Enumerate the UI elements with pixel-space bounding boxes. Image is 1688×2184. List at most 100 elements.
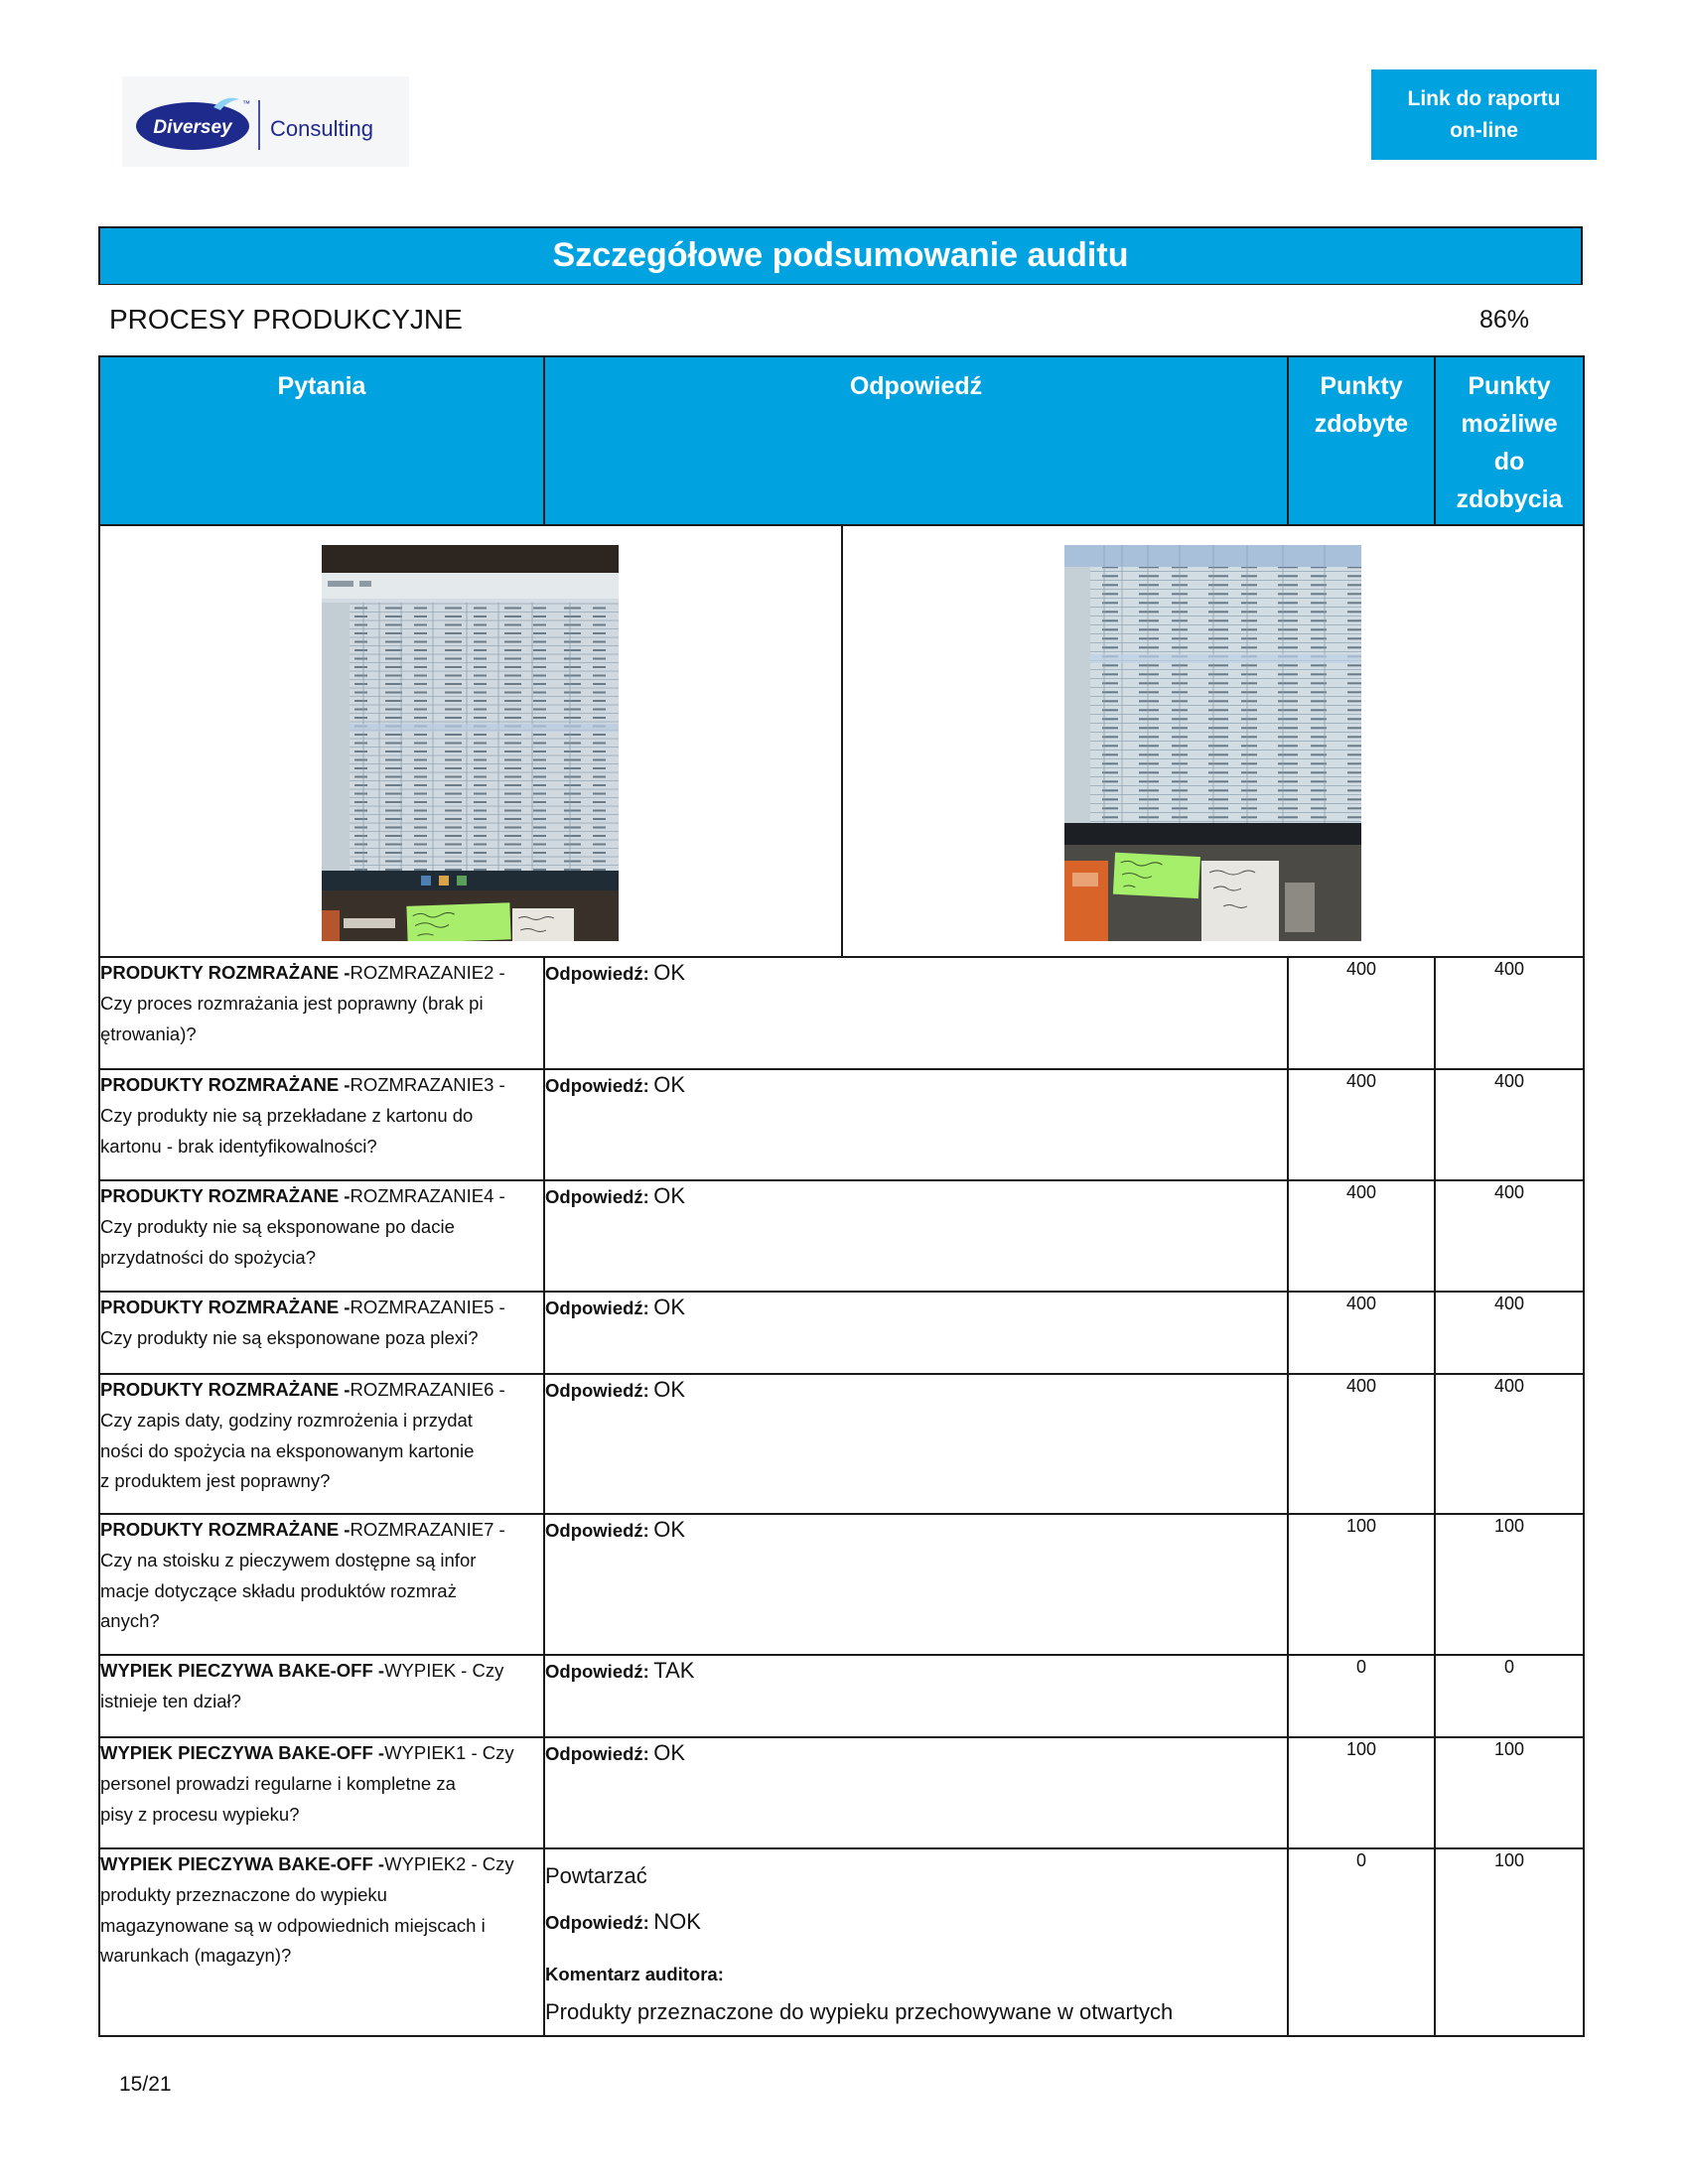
answer-cell: Powtarzać Odpowiedź: NOK Komentarz audit… [543,1847,1289,2037]
highlighted-row [1089,654,1361,663]
photo-cell [98,524,1585,958]
question-cell: PRODUKTY ROZMRAŻANE -ROZMRAZANIE5 - Czy … [98,1291,545,1375]
answer-cell: Odpowiedź: OK [543,1373,1289,1515]
answer-cell: Odpowiedź: OK [543,956,1289,1070]
keyboard-edge [344,918,396,928]
points-earned: 400 [1287,956,1436,1070]
page-number: 15/21 [119,2073,172,2096]
points-possible: 400 [1434,1373,1585,1515]
answer-value: OK [653,1295,686,1319]
answer-value: NOK [653,1909,701,1934]
logo-graphic: Diversey ™ Consulting [136,97,373,150]
spreadsheet-rows [1089,567,1361,823]
toolbar-mark [359,581,372,587]
logo-division: Consulting [270,116,373,141]
answer-value: OK [653,1183,686,1208]
table-row: PRODUKTY ROZMRAŻANE -ROZMRAZANIE7 - Czy … [98,1513,1585,1656]
photo-gallery [100,526,1583,956]
answer-cell: Odpowiedź: OK [543,1736,1289,1849]
points-possible: 400 [1434,1068,1585,1181]
table-row: PRODUKTY ROZMRAŻANE -ROZMRAZANIE5 - Czy … [98,1291,1585,1375]
answer-line: Odpowiedź: NOK [545,1907,1287,1940]
points-possible: 0 [1434,1654,1585,1738]
answer-label: Odpowiedź: [545,1743,649,1764]
question-category: PRODUKTY ROZMRAŻANE - [100,1074,351,1095]
device-panel [1071,873,1098,887]
question-category: WYPIEK PIECZYWA BAKE-OFF - [100,1660,385,1681]
answer-value: OK [653,1517,686,1542]
question-cell: WYPIEK PIECZYWA BAKE-OFF -WYPIEK2 - Czy … [98,1847,545,2037]
table-row: WYPIEK PIECZYWA BAKE-OFF -WYPIEK1 - Czy … [98,1736,1585,1849]
answer-cell: Odpowiedź: OK [543,1068,1289,1181]
points-earned: 400 [1287,1179,1436,1293]
question-category: PRODUKTY ROZMRAŻANE - [100,1297,351,1317]
points-possible: 400 [1434,956,1585,1070]
answer-label: Odpowiedź: [545,963,649,984]
answer-label: Odpowiedź: [545,1297,649,1318]
answer-value: OK [653,1740,686,1765]
table-row: PRODUKTY ROZMRAŻANE -ROZMRAZANIE4 - Czy … [98,1179,1585,1293]
points-earned: 100 [1287,1736,1436,1849]
points-earned: 0 [1287,1654,1436,1738]
repeat-note: Powtarzać [545,1863,647,1888]
column-header-answer: Odpowiedź [543,355,1289,526]
points-earned: 400 [1287,1291,1436,1375]
answer-label: Odpowiedź: [545,1520,649,1541]
question-cell: PRODUKTY ROZMRAŻANE -ROZMRAZANIE2 - Czy … [98,956,545,1070]
section-score: 86% [1479,306,1530,334]
question-cell: PRODUKTY ROZMRAŻANE -ROZMRAZANIE7 - Czy … [98,1513,545,1656]
column-header-points-possible: Punkty możliwe do zdobycia [1434,355,1585,526]
paper-note [1200,861,1279,941]
question-category: PRODUKTY ROZMRAŻANE - [100,962,351,983]
points-possible: 100 [1434,1513,1585,1656]
spreadsheet-sidebar [1063,567,1090,823]
spreadsheet-sidebar [322,603,351,871]
answer-value: TAK [653,1658,695,1683]
question-category: PRODUKTY ROZMRAŻANE - [100,1379,351,1400]
summary-title: Szczegółowe podsumowanie auditu [98,226,1583,285]
toolbar-mark [328,581,354,587]
points-earned: 0 [1287,1847,1436,2037]
answer-cell: Odpowiedź: OK [543,1179,1289,1293]
spreadsheet-header [1063,545,1361,567]
question-cell: WYPIEK PIECZYWA BAKE-OFF -WYPIEK - Czy i… [98,1654,545,1738]
answer-label: Odpowiedź: [545,1380,649,1401]
question-cell: PRODUKTY ROZMRAŻANE -ROZMRAZANIE4 - Czy … [98,1179,545,1293]
table-header-row: Pytania Odpowiedź Punkty zdobyte Punkty … [98,355,1585,526]
table-row: PRODUKTY ROZMRAŻANE -ROZMRAZANIE2 - Czy … [98,956,1585,1070]
audit-photo-right [1063,545,1361,941]
points-possible: 100 [1434,1847,1585,2037]
link-button-line-2: on-line [1450,118,1518,142]
answer-cell: Odpowiedź: OK [543,1291,1289,1375]
question-category: WYPIEK PIECZYWA BAKE-OFF - [100,1742,385,1763]
question-cell: PRODUKTY ROZMRAŻANE -ROZMRAZANIE3 - Czy … [98,1068,545,1181]
paper-note [512,908,575,941]
table-row: WYPIEK PIECZYWA BAKE-OFF -WYPIEK - Czy i… [98,1654,1585,1738]
answer-label: Odpowiedź: [545,1912,649,1933]
answer-value: OK [653,1377,686,1402]
question-category: WYPIEK PIECZYWA BAKE-OFF - [100,1853,385,1874]
points-possible: 400 [1434,1179,1585,1293]
answer-label: Odpowiedź: [545,1075,649,1096]
table-row: PRODUKTY ROZMRAŻANE -ROZMRAZANIE6 - Czy … [98,1373,1585,1515]
question-cell: PRODUKTY ROZMRAŻANE -ROZMRAZANIE6 - Czy … [98,1373,545,1515]
online-report-link-button[interactable]: Link do raportu on-line [1371,69,1597,160]
answer-value: OK [653,1072,686,1097]
photo-slot-left [100,526,843,956]
answer-label: Odpowiedź: [545,1661,649,1682]
diversey-consulting-logo: Diversey ™ Consulting [122,76,409,167]
answer-cell: Odpowiedź: TAK [543,1654,1289,1738]
points-possible: 100 [1434,1736,1585,1849]
taskbar-icon [457,876,468,886]
cup [1284,883,1315,932]
photo-slot-right [843,526,1584,956]
auditor-comment-label: Komentarz auditora: [545,1964,724,1984]
audit-table: Pytania Odpowiedź Punkty zdobyte Punkty … [98,355,1585,2037]
column-header-points-earned: Punkty zdobyte [1287,355,1436,526]
sticky-note [406,902,511,941]
points-earned: 400 [1287,1373,1436,1515]
answer-label: Odpowiedź: [545,1186,649,1207]
question-category: PRODUKTY ROZMRAŻANE - [100,1185,351,1206]
auditor-comment: Produkty przeznaczone do wypieku przecho… [545,1999,1174,2024]
logo-brand: Diversey [153,117,233,138]
